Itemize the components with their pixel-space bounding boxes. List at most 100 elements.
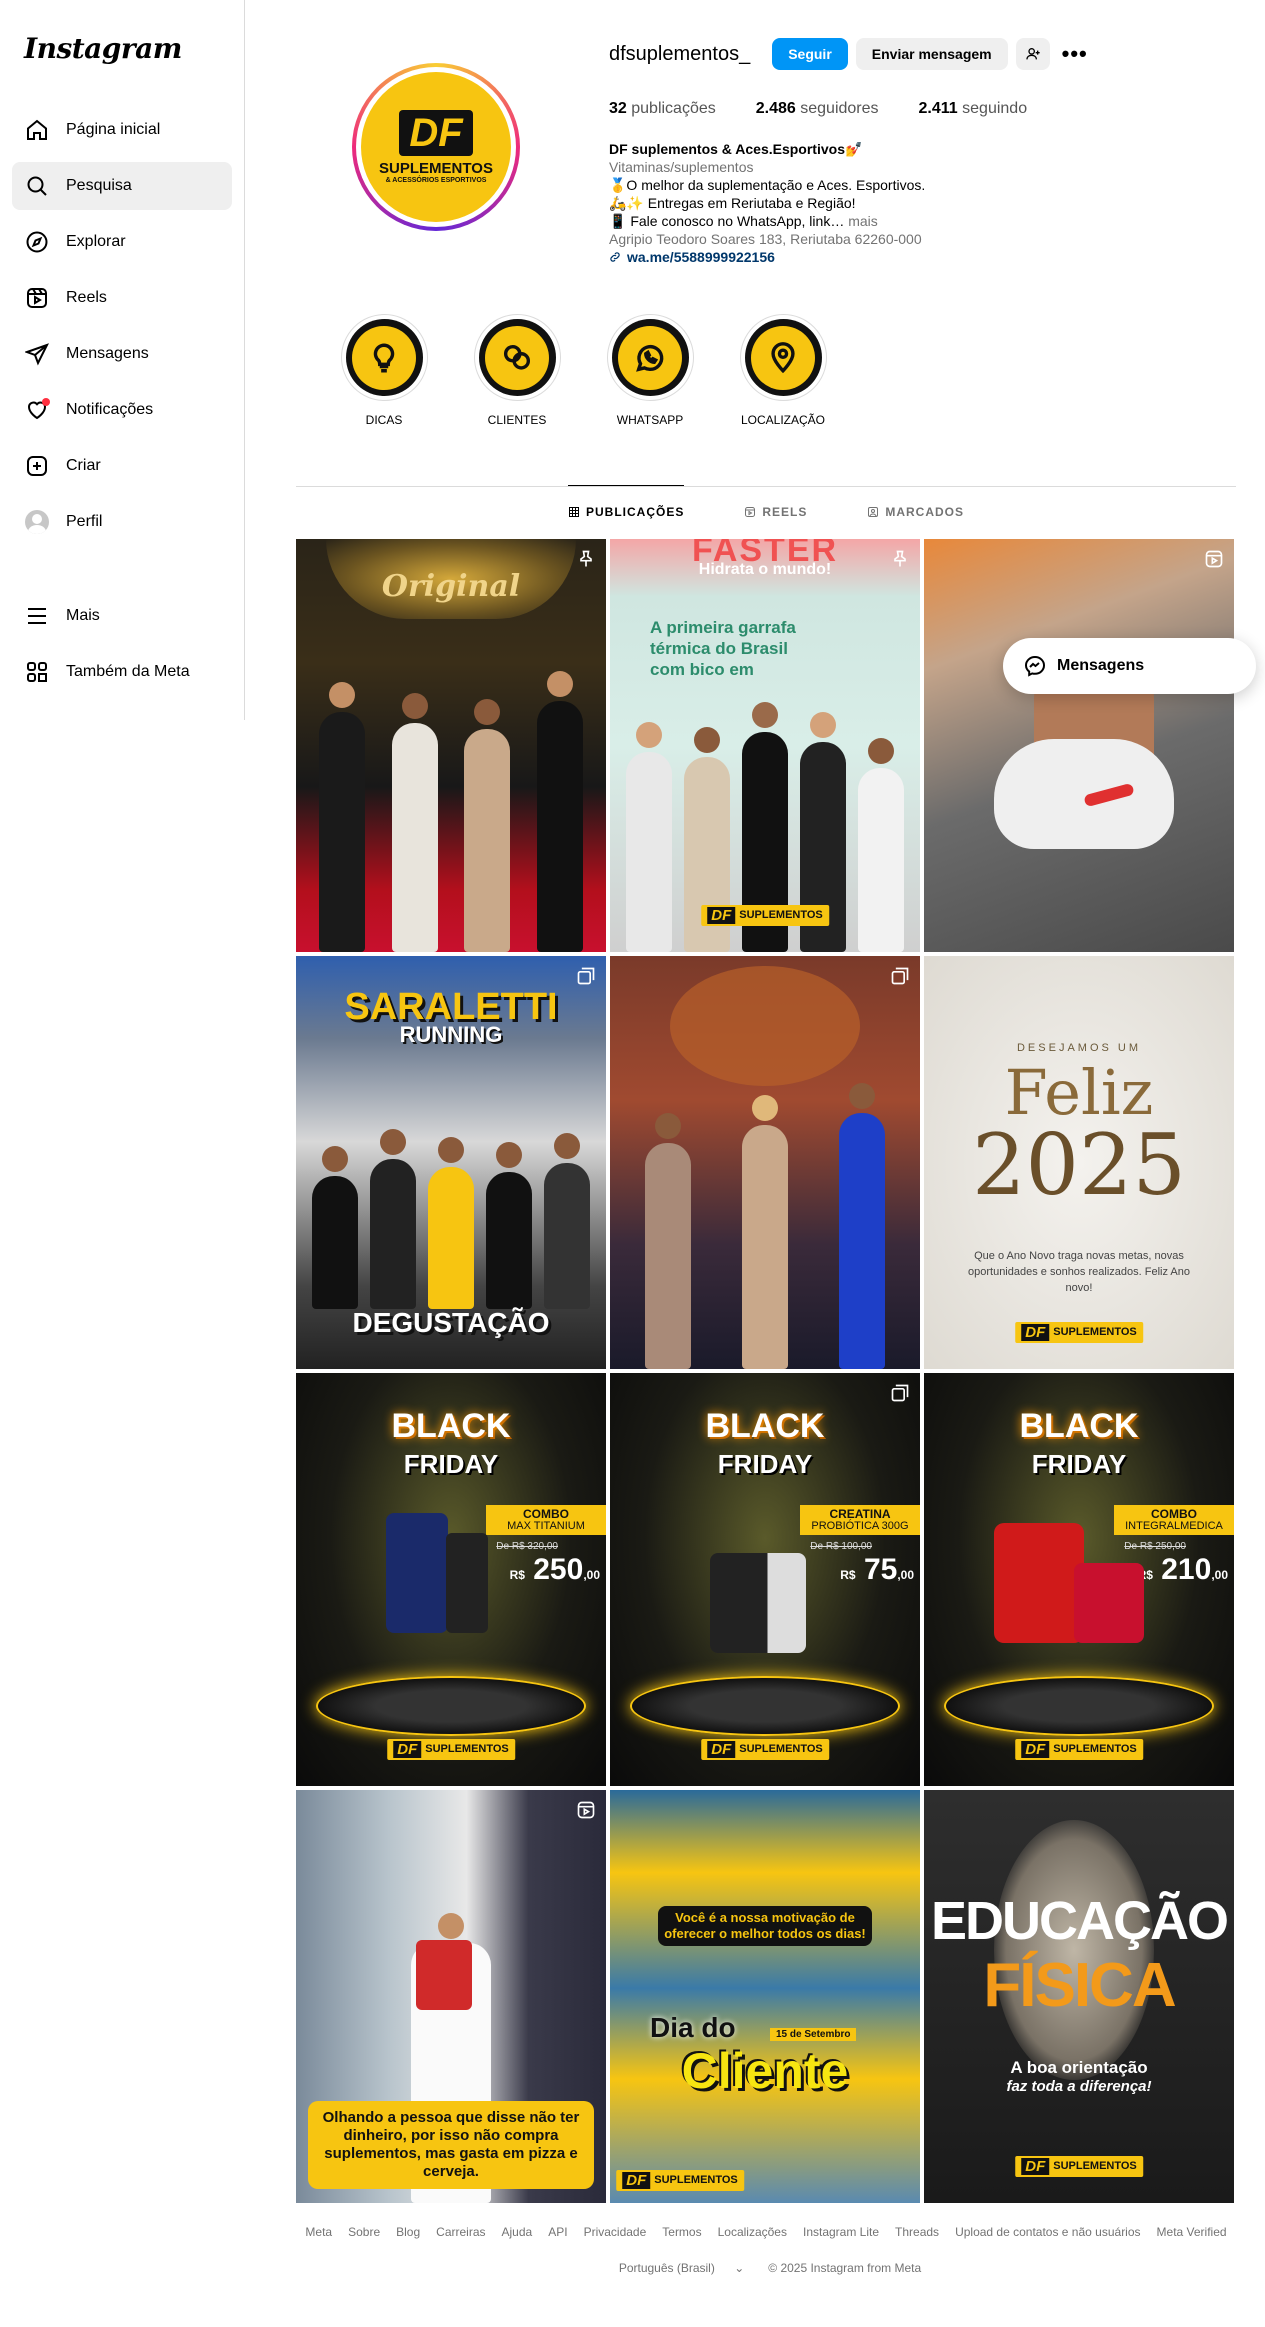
post-year: 2025: [972, 1116, 1186, 1214]
highlight-localizacao[interactable]: LOCALIZAÇÃO: [739, 314, 827, 427]
post-thumbnail[interactable]: SARALETTI RUNNING DEGUSTAÇÃO: [296, 956, 606, 1369]
post-text: A primeira garrafa térmica do Brasil com…: [650, 618, 796, 679]
followers-stat[interactable]: 2.486 seguidores: [756, 100, 879, 118]
brand-logo: DF SUPLEMENTOS & ACESSÓRIOS ESPORTIVOS: [361, 72, 511, 222]
product-image: [994, 1523, 1084, 1643]
message-button[interactable]: Enviar mensagem: [855, 38, 1008, 70]
sidebar-item-also-from-meta[interactable]: Também da Meta: [12, 648, 232, 696]
carousel-icon: [576, 966, 596, 986]
highlight-whatsapp[interactable]: WHATSAPP: [606, 314, 694, 427]
add-person-icon: [1025, 48, 1040, 60]
post-thumbnail[interactable]: DESEJAMOS UM Feliz 2025 Que o Ano Novo t…: [924, 956, 1234, 1369]
post-thumbnail[interactable]: Olhando a pessoa que disse não ter dinhe…: [296, 1790, 606, 2203]
post-caption: DEGUSTAÇÃO: [352, 1307, 550, 1338]
post-subheadline: Hidrata o mundo!: [698, 561, 832, 578]
copyright: © 2025 Instagram from Meta: [768, 2261, 922, 2275]
footer-link[interactable]: Ajuda: [502, 2225, 533, 2239]
website-link[interactable]: wa.me/5588999922156: [609, 248, 1029, 266]
footer-link[interactable]: Privacidade: [584, 2225, 647, 2239]
highlight-label: LOCALIZAÇÃO: [740, 413, 826, 427]
avatar: [25, 510, 49, 534]
post-headline: BLACK: [705, 1407, 825, 1445]
reels-icon: [1204, 549, 1224, 569]
language-select[interactable]: Português (Brasil) ⌄: [611, 2261, 752, 2275]
post-message: Que o Ano Novo traga novas metas, novas …: [968, 1250, 1190, 1294]
sidebar-item-explore[interactable]: Explorar: [12, 218, 232, 266]
footer-link[interactable]: Threads: [895, 2225, 939, 2239]
post-thumbnail[interactable]: [924, 539, 1234, 952]
product-image: [1074, 1563, 1144, 1643]
sidebar-item-notifications[interactable]: Notificações: [12, 386, 232, 434]
more-options-icon[interactable]: •••: [1062, 41, 1088, 67]
post-subheadline: RUNNING: [399, 1022, 503, 1047]
highlight-clientes[interactable]: CLIENTES: [473, 314, 561, 427]
profile-tabs: PUBLICAÇÕES REELS MARCADOS: [296, 485, 1236, 537]
post-thumbnail[interactable]: Original: [296, 539, 606, 952]
pinned-icon: [890, 549, 910, 569]
profile-stats: 32 publicações 2.486 seguidores 2.411 se…: [609, 100, 1067, 118]
footer-meta: Português (Brasil) ⌄ © 2025 Instagram fr…: [296, 2261, 1236, 2275]
post-thumbnail[interactable]: BLACK FRIDAY COMBO INTEGRALMEDICA De R$ 2…: [924, 1373, 1234, 1786]
post-message: A boa orientação: [1010, 2058, 1148, 2077]
post-caption: Olhando a pessoa que disse não ter dinhe…: [308, 2101, 594, 2189]
tag-icon: [868, 506, 879, 517]
footer-link[interactable]: Sobre: [348, 2225, 380, 2239]
reels-icon: [24, 285, 50, 311]
home-icon: [24, 117, 50, 143]
follow-button[interactable]: Seguir: [772, 38, 848, 70]
sidebar-item-home[interactable]: Página inicial: [12, 106, 232, 154]
footer-link[interactable]: Blog: [396, 2225, 420, 2239]
bio-line: 🛵✨ Entregas em Reriutaba e Região!: [609, 195, 856, 211]
footer-link[interactable]: Carreiras: [436, 2225, 485, 2239]
tab-reels[interactable]: REELS: [744, 485, 807, 537]
post-thumbnail[interactable]: EDUCAÇÃO FÍSICA A boa orientação faz tod…: [924, 1790, 1234, 2203]
footer-link[interactable]: Meta Verified: [1157, 2225, 1227, 2239]
messages-floating-button[interactable]: Mensagens: [1003, 638, 1256, 694]
compass-icon: [24, 229, 50, 255]
suggest-accounts-button[interactable]: [1015, 38, 1050, 70]
link-icon: [610, 252, 620, 262]
carousel-icon: [890, 1383, 910, 1403]
brand-watermark: DF SUPLEMENTOS: [701, 1739, 829, 1760]
sidebar-item-label: Reels: [66, 289, 107, 306]
reels-icon: [745, 506, 756, 517]
highlight-dicas[interactable]: DICAS: [340, 314, 428, 427]
location-pin-icon: [771, 341, 795, 373]
profile-picture[interactable]: DF SUPLEMENTOS & ACESSÓRIOS ESPORTIVOS: [352, 63, 520, 231]
old-price: De R$ 250,00: [1124, 1541, 1186, 1552]
post-headline: EDUCAÇÃO: [930, 1891, 1229, 1951]
sidebar-item-messages[interactable]: Mensagens: [12, 330, 232, 378]
following-stat[interactable]: 2.411 seguindo: [919, 100, 1028, 118]
footer-link[interactable]: Localizações: [718, 2225, 787, 2239]
plus-square-icon: [24, 453, 50, 479]
post-thumbnail[interactable]: [610, 956, 920, 1369]
highlight-label: WHATSAPP: [616, 413, 684, 427]
more-link[interactable]: mais: [848, 213, 878, 229]
sidebar-item-create[interactable]: Criar: [12, 442, 232, 490]
instagram-logo[interactable]: Instagram: [24, 32, 182, 65]
address[interactable]: Agripio Teodoro Soares 183, Reriutaba 62…: [609, 230, 1029, 248]
sidebar-item-label: Notificações: [66, 401, 154, 418]
post-subheadline: FÍSICA: [983, 1951, 1176, 2020]
post-headline: BLACK: [391, 1407, 511, 1445]
chat-people-icon: [503, 344, 531, 370]
footer-link[interactable]: Upload de contatos e não usuários: [955, 2225, 1140, 2239]
footer-link[interactable]: Meta: [305, 2225, 332, 2239]
post-thumbnail[interactable]: BLACK FRIDAY CREATINA PROBIÓTICA 300G De …: [610, 1373, 920, 1786]
post-thumbnail[interactable]: Você é a nossa motivação de oferecer o m…: [610, 1790, 920, 2203]
post-message: faz toda a diferença!: [1006, 2078, 1152, 2095]
sidebar-item-search[interactable]: Pesquisa: [12, 162, 232, 210]
footer-link[interactable]: Instagram Lite: [803, 2225, 879, 2239]
sidebar-item-more[interactable]: Mais: [12, 592, 232, 640]
sidebar-item-reels[interactable]: Reels: [12, 274, 232, 322]
post-thumbnail[interactable]: FASTER Hidrata o mundo! A primeira garra…: [610, 539, 920, 952]
tab-tagged[interactable]: MARCADOS: [867, 485, 964, 537]
post-headline: BLACK: [1019, 1407, 1139, 1445]
tab-posts[interactable]: PUBLICAÇÕES: [567, 485, 685, 537]
product-tag: COMBO MAX TITANIUM: [486, 1505, 606, 1535]
sidebar-item-profile[interactable]: Perfil: [12, 498, 232, 546]
footer-links: Meta Sobre Blog Carreiras Ajuda API Priv…: [296, 2225, 1236, 2239]
post-thumbnail[interactable]: BLACK FRIDAY COMBO MAX TITANIUM De R$ 320…: [296, 1373, 606, 1786]
footer-link[interactable]: Termos: [662, 2225, 701, 2239]
footer-link[interactable]: API: [548, 2225, 567, 2239]
